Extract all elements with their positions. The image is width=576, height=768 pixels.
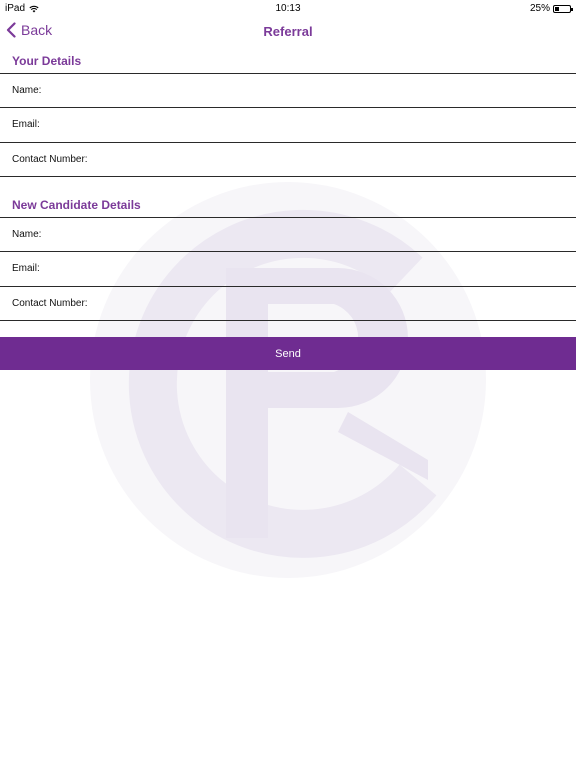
new-candidate-header: New Candidate Details [12, 198, 141, 212]
battery-percent: 25% [529, 3, 550, 14]
candidate-name-label: Name: [12, 229, 42, 240]
battery-icon [553, 4, 573, 13]
section-divider [0, 320, 576, 321]
your-contact-number-input[interactable] [93, 142, 576, 177]
candidate-name-input[interactable] [47, 217, 576, 252]
candidate-contact-number-input[interactable] [93, 286, 576, 321]
your-name-input[interactable] [47, 73, 576, 108]
your-details-header: Your Details [12, 54, 82, 68]
candidate-email-input[interactable] [45, 251, 576, 286]
status-bar: iPad 10:13 25% [0, 0, 576, 16]
status-time: 10:13 [275, 3, 301, 14]
page-title: Referral [263, 24, 313, 39]
section-divider [0, 176, 576, 177]
candidate-email-label: Email: [12, 263, 40, 274]
navigation-bar: Back Referral [0, 16, 576, 48]
your-name-label: Name: [12, 85, 42, 96]
candidate-name-row[interactable]: Name: [0, 217, 576, 252]
candidate-email-row[interactable]: Email: [0, 251, 576, 286]
your-name-row[interactable]: Name: [0, 73, 576, 108]
send-button[interactable]: Send [0, 337, 576, 370]
candidate-contact-number-label: Contact Number: [12, 298, 88, 309]
your-email-label: Email: [12, 119, 40, 130]
your-email-row[interactable]: Email: [0, 107, 576, 142]
your-contact-number-row[interactable]: Contact Number: [0, 142, 576, 177]
candidate-contact-number-row[interactable]: Contact Number: [0, 286, 576, 321]
your-email-input[interactable] [45, 107, 576, 142]
your-contact-number-label: Contact Number: [12, 154, 88, 165]
